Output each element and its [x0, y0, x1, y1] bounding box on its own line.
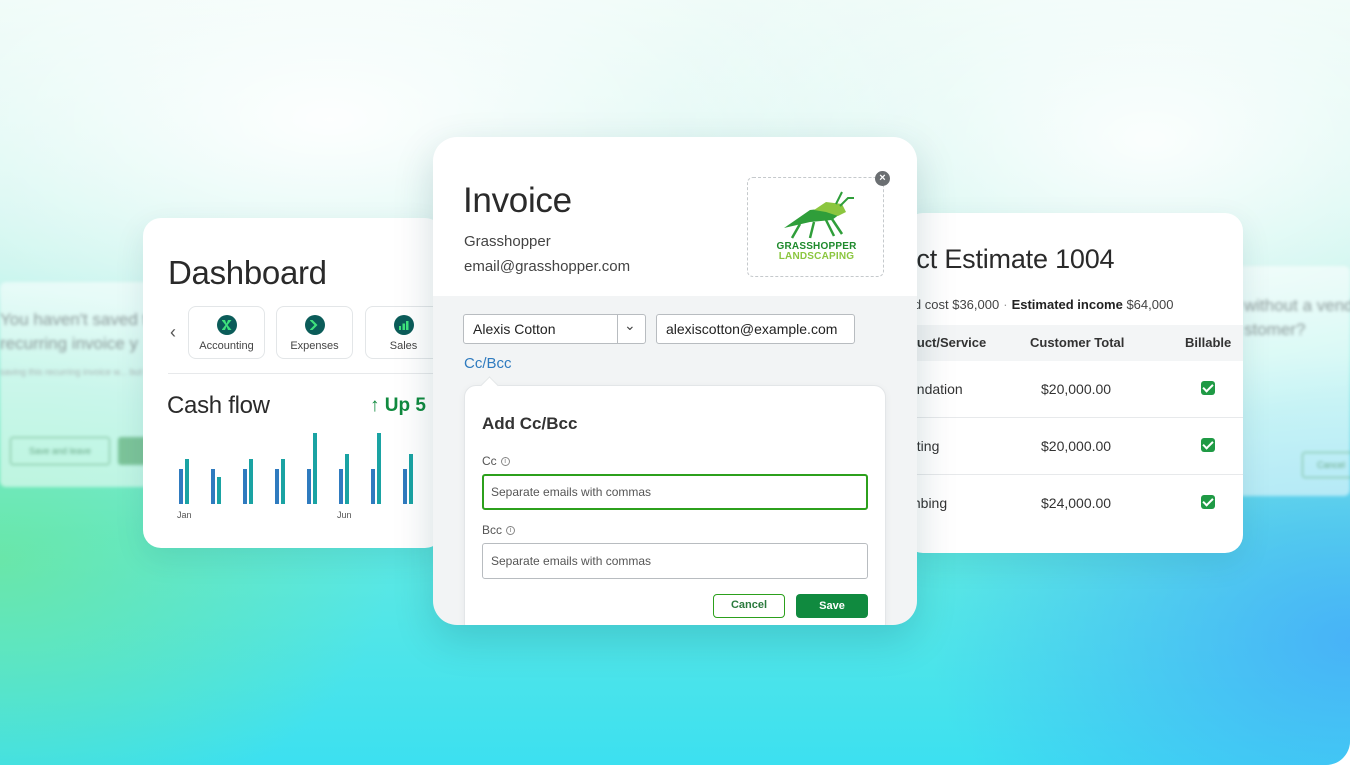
cash-flow-bar	[243, 469, 247, 504]
company-name: Grasshopper	[464, 233, 551, 250]
cash-flow-bar	[345, 454, 349, 504]
chevron-left-icon[interactable]: ‹	[170, 322, 176, 343]
background-dialog-right-heading: without a vend stomer?	[1244, 296, 1350, 339]
customer-select-value: Alexis Cotton	[473, 321, 556, 337]
customer-email-field[interactable]	[656, 314, 855, 344]
cc-bcc-title: Add Cc/Bcc	[482, 414, 578, 433]
background-save-leave-button: Save and leave	[10, 437, 110, 465]
cash-flow-trend: ↑ Up 5	[370, 395, 426, 416]
cash-flow-title: Cash flow	[167, 392, 270, 419]
close-icon[interactable]: ×	[875, 171, 890, 186]
cash-flow-bar	[217, 477, 221, 504]
arrow-up-icon: ↑	[370, 395, 380, 416]
cash-flow-bar	[313, 433, 317, 504]
cc-bcc-panel: Add Cc/Bcc Cci Bcci Cancel Save	[464, 385, 886, 625]
bcc-label: Bcc i	[482, 523, 516, 537]
bcc-input[interactable]	[482, 543, 868, 579]
invoice-title: Invoice	[463, 181, 572, 220]
cash-flow-bar	[179, 469, 183, 504]
tile-label: Sales	[389, 340, 418, 352]
cash-flow-bar	[249, 459, 253, 504]
estimate-table-header: oduct/Service Customer Total Billable	[905, 325, 1243, 361]
cash-flow-bar	[185, 459, 189, 504]
cash-flow-bar	[403, 469, 407, 504]
dashboard-title: Dashboard	[168, 254, 327, 291]
cash-flow-bar	[211, 469, 215, 504]
accounting-icon	[216, 315, 237, 335]
column-customer-total: Customer Total	[1030, 335, 1125, 350]
sales-icon	[393, 315, 414, 335]
table-row: mbing $24,000.00	[905, 475, 1243, 532]
dashboard-card: Dashboard ‹ Accounting Expenses Sales Ca…	[143, 218, 443, 548]
cc-label: Cc i	[482, 454, 510, 468]
project-estimate-card: oject Estimate 1004 mated cost $36,000·E…	[905, 213, 1243, 553]
tile-sales[interactable]: Sales	[365, 306, 442, 359]
invoice-card: Invoice Grasshopper email@grasshopper.co…	[433, 137, 917, 625]
invoice-header: Invoice Grasshopper email@grasshopper.co…	[433, 137, 917, 296]
cash-flow-bar	[409, 454, 413, 504]
save-button[interactable]: Save	[796, 594, 868, 618]
cancel-button[interactable]: Cancel	[713, 594, 785, 618]
chevron-down-icon: ⌄	[624, 317, 636, 333]
background-dialog-left-heading: You haven't saved t recurring invoice y	[0, 310, 148, 353]
cash-flow-tick-label: Jan	[177, 510, 192, 520]
logo-text-line2: LANDSCAPING	[778, 251, 855, 262]
cash-flow-bar	[339, 469, 343, 504]
company-logo[interactable]: GRASSHOPPER LANDSCAPING	[747, 177, 884, 277]
estimate-summary: mated cost $36,000·Estimated income $64,…	[905, 297, 1174, 312]
company-email: email@grasshopper.com	[464, 258, 631, 275]
cash-flow-chart: Jan Jun	[177, 433, 443, 520]
background-dialog-right: without a vend stomer? Cancel	[1230, 266, 1350, 496]
cc-input[interactable]	[482, 474, 868, 510]
cash-flow-tick-label: Jun	[337, 510, 352, 520]
cash-flow-bar	[307, 469, 311, 504]
table-row: undation $20,000.00	[905, 361, 1243, 418]
billable-checkbox[interactable]	[1201, 495, 1215, 509]
column-product-service: oduct/Service	[905, 335, 987, 350]
expenses-icon	[304, 315, 325, 335]
divider	[168, 373, 438, 374]
table-row: nting $20,000.00	[905, 418, 1243, 475]
tile-label: Expenses	[290, 340, 339, 352]
estimate-title: oject Estimate 1004	[905, 244, 1115, 274]
cc-bcc-link[interactable]: Cc/Bcc	[464, 355, 512, 372]
cash-flow-bar	[377, 433, 381, 504]
info-icon: i	[506, 526, 516, 536]
background-cancel-button: Cancel	[1302, 452, 1350, 478]
billable-checkbox[interactable]	[1201, 381, 1215, 395]
tile-expenses[interactable]: Expenses	[276, 306, 353, 359]
cash-flow-bar	[371, 469, 375, 504]
grasshopper-logo-icon	[784, 191, 854, 239]
customer-select[interactable]: Alexis Cotton ⌄	[463, 314, 646, 344]
tile-accounting[interactable]: Accounting	[188, 306, 265, 359]
billable-checkbox[interactable]	[1201, 438, 1215, 452]
column-billable: Billable	[1185, 335, 1232, 350]
cash-flow-bar	[281, 459, 285, 504]
info-icon: i	[500, 457, 510, 467]
cash-flow-bar	[275, 469, 279, 504]
tile-label: Accounting	[199, 340, 254, 352]
